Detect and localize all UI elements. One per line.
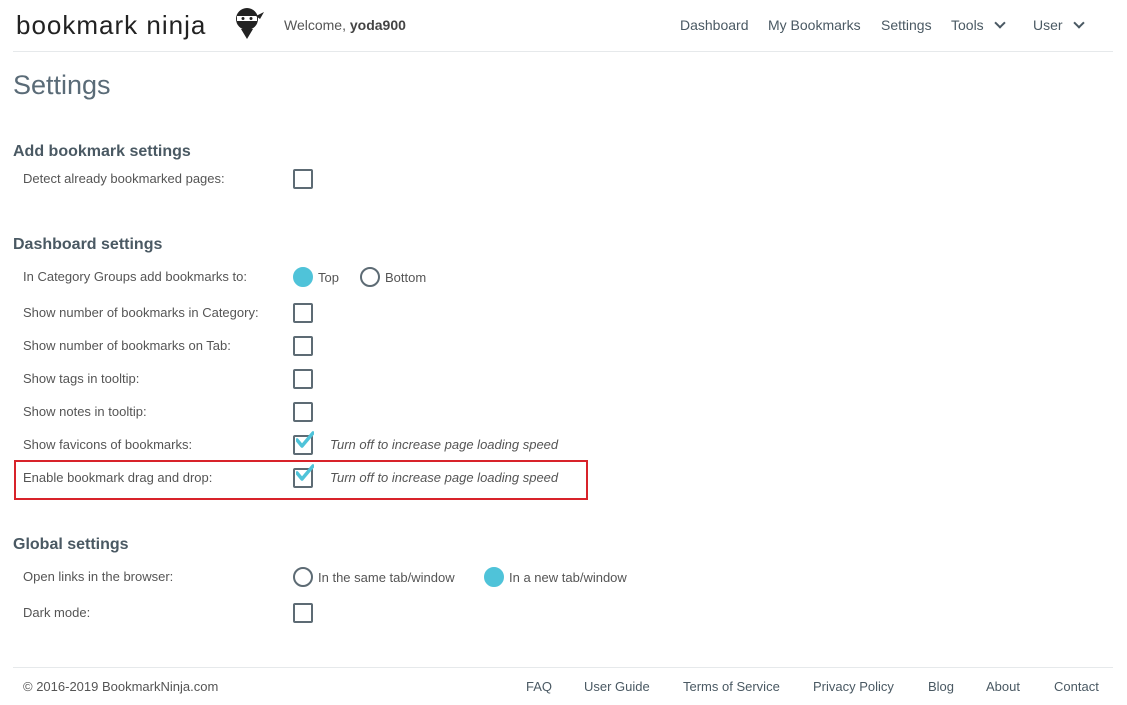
section-heading-dashboard: Dashboard settings: [13, 236, 163, 253]
open-links-label: Open links in the browser:: [23, 569, 174, 584]
radio-bottom[interactable]: [360, 267, 380, 287]
drag-drop-hint: Turn off to increase page loading speed: [330, 470, 559, 485]
radio-new-tab[interactable]: [484, 567, 504, 587]
nav-settings[interactable]: Settings: [881, 17, 932, 33]
copyright: © 2016-2019 BookmarkNinja.com: [23, 679, 219, 694]
nav-tools[interactable]: Tools: [951, 17, 1006, 33]
drag-drop-checkbox[interactable]: [293, 464, 314, 488]
footer-link-blog[interactable]: Blog: [928, 679, 954, 694]
chevron-down-icon: [1072, 17, 1085, 29]
dark-mode-label: Dark mode:: [23, 605, 91, 620]
radio-same-tab[interactable]: [293, 567, 313, 587]
footer-divider: [13, 667, 1113, 668]
radio-new-tab-label[interactable]: In a new tab/window: [509, 570, 627, 585]
show-count-tab-checkbox[interactable]: [293, 336, 313, 356]
logo-text[interactable]: bookmark ninja: [16, 10, 206, 41]
chevron-down-icon: [994, 17, 1006, 29]
category-groups-label: In Category Groups add bookmarks to:: [23, 269, 248, 284]
checkmark-icon: [296, 464, 314, 481]
favicons-hint: Turn off to increase page loading speed: [330, 437, 559, 452]
footer-link-terms[interactable]: Terms of Service: [683, 679, 780, 694]
radio-same-tab-label[interactable]: In the same tab/window: [318, 570, 455, 585]
show-favicons-label: Show favicons of bookmarks:: [23, 437, 193, 452]
section-heading-global: Global settings: [13, 536, 129, 553]
dark-mode-checkbox[interactable]: [293, 603, 313, 623]
checkmark-icon: [296, 431, 314, 448]
show-notes-tooltip-label: Show notes in tooltip:: [23, 404, 147, 419]
footer-link-contact[interactable]: Contact: [1054, 679, 1099, 694]
ninja-logo-icon[interactable]: [231, 6, 265, 40]
detect-bookmarked-label: Detect already bookmarked pages:: [23, 171, 225, 186]
footer-link-faq[interactable]: FAQ: [526, 679, 552, 694]
show-notes-tooltip-checkbox[interactable]: [293, 402, 313, 422]
username: yoda900: [349, 17, 406, 33]
footer-link-user-guide[interactable]: User Guide: [584, 679, 650, 694]
radio-bottom-label[interactable]: Bottom: [385, 270, 426, 285]
page-title: Settings: [13, 70, 111, 100]
nav-my-bookmarks[interactable]: My Bookmarks: [768, 17, 861, 33]
nav-dashboard[interactable]: Dashboard: [680, 17, 749, 33]
top-header: bookmark ninja Welcome, yoda900 Dashboar…: [13, 0, 1113, 52]
footer-link-about[interactable]: About: [986, 679, 1020, 694]
show-count-tab-label: Show number of bookmarks on Tab:: [23, 338, 231, 353]
radio-top-label[interactable]: Top: [318, 270, 339, 285]
detect-bookmarked-checkbox[interactable]: [293, 169, 313, 189]
show-count-category-label: Show number of bookmarks in Category:: [23, 305, 259, 320]
show-count-category-checkbox[interactable]: [293, 303, 313, 323]
section-heading-add-bookmark: Add bookmark settings: [13, 143, 191, 160]
show-tags-tooltip-checkbox[interactable]: [293, 369, 313, 389]
show-favicons-checkbox[interactable]: [293, 431, 314, 455]
footer-link-privacy[interactable]: Privacy Policy: [813, 679, 894, 694]
nav-user[interactable]: User: [1033, 17, 1085, 33]
show-tags-tooltip-label: Show tags in tooltip:: [23, 371, 140, 386]
welcome-message: Welcome, yoda900: [284, 17, 406, 33]
radio-top[interactable]: [293, 267, 313, 287]
drag-drop-label: Enable bookmark drag and drop:: [23, 470, 213, 485]
